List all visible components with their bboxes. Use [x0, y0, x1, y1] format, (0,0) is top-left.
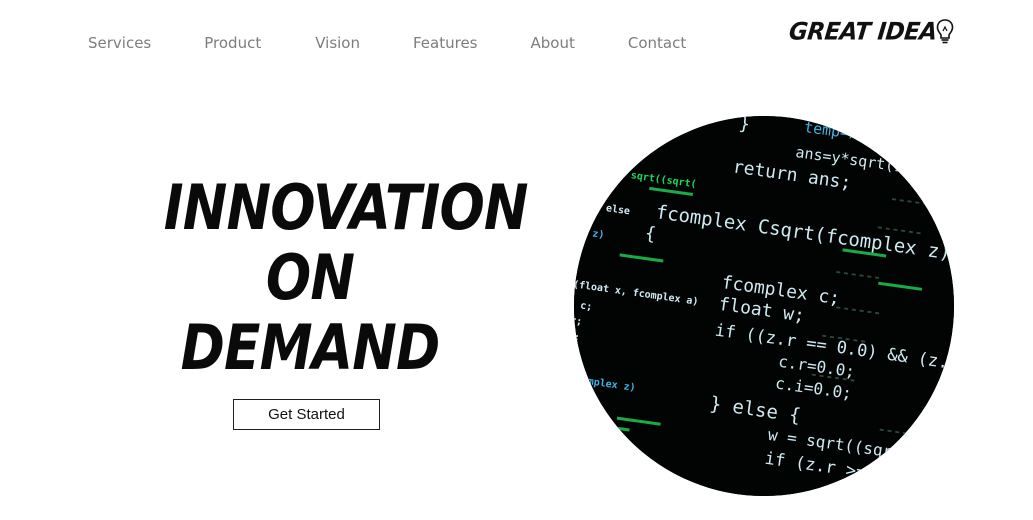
code-dim-line: ------: [883, 453, 932, 474]
nav-item-about[interactable]: About: [530, 33, 574, 53]
nav-item-product[interactable]: Product: [204, 33, 261, 53]
nav-item-services[interactable]: Services: [88, 33, 151, 53]
hero-title-line: INNOVATION: [163, 171, 529, 244]
code-image: ------ ------ ------ ------ ------ ------ ----…: [574, 116, 954, 496]
get-started-button[interactable]: Get Started: [233, 399, 380, 430]
nav-item-contact[interactable]: Contact: [628, 33, 686, 53]
logo-text: GREAT IDEA: [787, 18, 939, 46]
code-dim-line: ------: [849, 479, 898, 496]
hero-title-line: ON: [265, 241, 355, 314]
main-nav: Services Product Vision Features About C…: [88, 33, 686, 53]
nav-item-features[interactable]: Features: [413, 33, 478, 53]
code-image-canvas: ----------------------------------------…: [574, 116, 954, 496]
hero-title-line: DEMAND: [180, 311, 441, 384]
code-side-line: z): [592, 228, 605, 241]
nav-item-vision[interactable]: Vision: [315, 33, 360, 53]
hero-title: INNOVATION ON DEMAND: [163, 171, 529, 384]
logo[interactable]: GREAT IDEA: [787, 17, 955, 47]
